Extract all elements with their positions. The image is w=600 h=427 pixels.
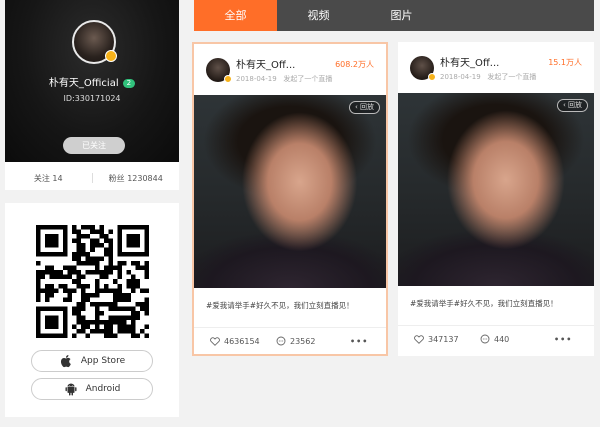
comment-icon [276, 336, 286, 346]
profile-card: 朴有天_Official 2 ID:330171024 已关注 关注 14 粉丝 … [5, 0, 179, 190]
android-label: Android [85, 384, 121, 394]
tab-videos[interactable]: 视频 [277, 0, 360, 31]
more-icon[interactable]: ••• [350, 337, 368, 346]
live-thumbnail[interactable]: ‹ 回放 [398, 93, 594, 286]
android-button[interactable]: Android [31, 378, 153, 400]
profile-hero: 朴有天_Official 2 ID:330171024 已关注 [5, 0, 179, 162]
download-card: App Store Android [5, 203, 179, 417]
card-header: 朴有天_Off... 608.2万人 2018-04-19 发起了一个直播 [194, 44, 386, 95]
comment-button[interactable]: 440 [480, 334, 509, 344]
app-store-label: App Store [80, 356, 126, 366]
comment-count: 440 [494, 334, 510, 344]
app-store-button[interactable]: App Store [31, 350, 153, 372]
viewer-count: 608.2万人 [335, 60, 374, 69]
replay-badge[interactable]: ‹ 回放 [348, 101, 380, 114]
like-button[interactable]: 4636154 [210, 337, 260, 346]
heart-icon [210, 336, 220, 346]
live-card[interactable]: 朴有天_Off... 15.1万人 2018-04-19 发起了一个直播 ‹ 回… [398, 42, 594, 356]
card-date: 2018-04-19 [236, 75, 277, 83]
card-action: 发起了一个直播 [283, 75, 333, 83]
replay-badge[interactable]: ‹ 回放 [556, 99, 588, 112]
like-count: 4636154 [224, 336, 260, 346]
comment-button[interactable]: 23562 [276, 336, 315, 346]
card-meta: 2018-04-19 发起了一个直播 [236, 74, 332, 84]
like-button[interactable]: 347137 [414, 335, 459, 344]
qr-code [36, 225, 149, 338]
like-count: 347137 [428, 334, 459, 344]
following-count[interactable]: 关注 14 [5, 173, 92, 184]
card-description: #爱我请举手#好久不见，我们立刻直播见！ [410, 299, 558, 308]
tab-all[interactable]: 全部 [194, 0, 277, 31]
profile-stats: 关注 14 粉丝 1230844 [5, 166, 179, 190]
card-actions: 347137 440 ••• [398, 330, 594, 348]
verified-badge-icon [105, 50, 117, 62]
card-description: #爱我请举手#好久不见，我们立刻直播见！ [206, 301, 354, 310]
verified-badge-icon [428, 73, 436, 81]
card-header: 朴有天_Off... 15.1万人 2018-04-19 发起了一个直播 [398, 42, 594, 93]
fans-count[interactable]: 粉丝 1230844 [93, 173, 180, 184]
card-username[interactable]: 朴有天_Off... [440, 54, 499, 69]
card-meta: 2018-04-19 发起了一个直播 [440, 72, 536, 82]
level-badge: 2 [122, 79, 136, 88]
live-thumbnail[interactable]: ‹ 回放 [194, 95, 386, 288]
tab-photos[interactable]: 图片 [360, 0, 443, 31]
viewer-count: 15.1万人 [548, 58, 582, 67]
live-card[interactable]: 朴有天_Off... 608.2万人 2018-04-19 发起了一个直播 ‹ … [192, 42, 388, 356]
following-button[interactable]: 已关注 [63, 137, 125, 154]
tab-bar: 全部 视频 图片 [194, 0, 594, 31]
card-avatar[interactable] [410, 56, 436, 81]
avatar[interactable] [72, 20, 117, 64]
card-username[interactable]: 朴有天_Off... [236, 56, 295, 71]
card-action: 发起了一个直播 [487, 73, 537, 81]
profile-name: 朴有天_Official [48, 78, 119, 89]
divider [398, 325, 594, 326]
apple-icon [60, 355, 71, 368]
android-icon [65, 383, 77, 396]
heart-icon [414, 334, 424, 344]
comment-count: 23562 [290, 336, 316, 346]
card-actions: 4636154 23562 ••• [194, 332, 386, 350]
verified-badge-icon [224, 75, 232, 83]
profile-id: ID:330171024 [63, 94, 121, 103]
card-avatar[interactable] [206, 58, 232, 83]
more-icon[interactable]: ••• [554, 335, 572, 344]
divider [194, 327, 386, 328]
card-date: 2018-04-19 [440, 73, 481, 81]
comment-icon [480, 334, 490, 344]
